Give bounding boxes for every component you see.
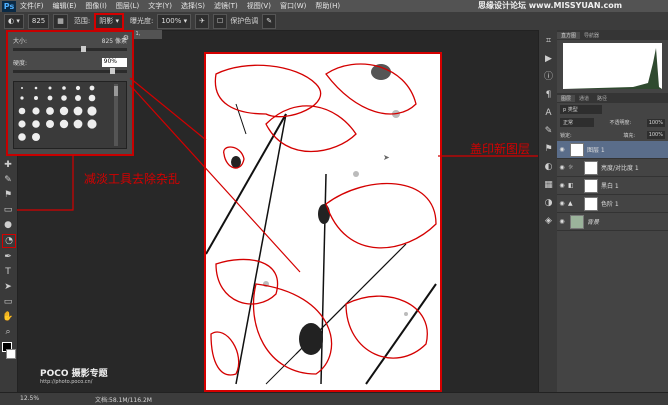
history-icon[interactable]: ⌗: [542, 35, 555, 48]
tab-navigator[interactable]: 导航器: [580, 32, 603, 39]
poco-logo: POCO 摄影专题 http://photo.poco.cn/: [40, 366, 108, 385]
layer-thumbnail: [570, 214, 584, 229]
panel-icon-strip: ⌗ ▶ ⓘ ¶ A ✎ ⚑ ◐ ▦ ◑ ◈: [538, 30, 558, 392]
layer-mask-thumbnail: [584, 196, 598, 211]
annotation-stamp-layer: 盖印新图层: [470, 142, 531, 156]
layer-row[interactable]: ◉ ☼ 亮度/对比度 1: [557, 159, 668, 177]
poco-url: http://photo.poco.cn/: [40, 379, 93, 385]
fill-value[interactable]: 100%: [646, 131, 665, 139]
adjustment-icon: ▲: [568, 200, 573, 207]
layer-thumbnail: [570, 142, 584, 157]
layer-name: 背景: [587, 219, 600, 226]
right-panels: 直方图 导航器 图层 通道 路径 p 类型 正常 不透明度: 100% 锁定: …: [557, 30, 668, 392]
layer-row[interactable]: ◉ 背景: [557, 213, 668, 231]
visibility-eye-icon[interactable]: ◉: [557, 200, 567, 207]
adjustment-icon: ◧: [568, 182, 574, 189]
poco-brand: POCO 摄影专题: [40, 369, 108, 379]
tab-layers[interactable]: 图层: [557, 94, 576, 102]
status-bar: 12.5% 文档:58.1M/116.2M: [0, 392, 668, 405]
paragraph-icon[interactable]: ¶: [542, 89, 555, 102]
annotation-dodge-tool: 减淡工具去除杂乱: [84, 172, 181, 186]
layer-name: 亮度/对比度 1: [601, 165, 639, 172]
info-icon[interactable]: ⓘ: [542, 71, 555, 84]
layer-name: 图层 1: [587, 147, 605, 154]
tab-paths[interactable]: 路径: [593, 95, 611, 102]
visibility-eye-icon[interactable]: ◉: [557, 182, 567, 189]
layer-mask-thumbnail: [584, 160, 598, 175]
color-icon[interactable]: ◐: [542, 161, 555, 174]
layer-name: 色阶 1: [601, 201, 619, 208]
histogram-panel: [563, 43, 662, 89]
visibility-eye-icon[interactable]: ◉: [557, 218, 567, 225]
blend-mode-select[interactable]: 正常: [560, 118, 594, 127]
layer-name: 黑白 1: [601, 183, 619, 190]
histogram-graph: [563, 48, 662, 89]
brush-panel-icon[interactable]: ✎: [542, 125, 555, 138]
adjustment-icon: ☼: [568, 164, 574, 171]
character-icon[interactable]: A: [542, 107, 555, 120]
layer-row[interactable]: ◉ ▲ 色阶 1: [557, 195, 668, 213]
layer-mask-thumbnail: [584, 178, 598, 193]
layer-row[interactable]: ◉ 图层 1: [557, 141, 668, 159]
tab-histogram[interactable]: 直方图: [557, 31, 581, 39]
layer-row[interactable]: ◉ ◧ 黑白 1: [557, 177, 668, 195]
lock-label: 锁定:: [560, 132, 572, 139]
fill-label: 填充:: [623, 132, 636, 139]
visibility-eye-icon[interactable]: ◉: [557, 146, 567, 153]
actions-icon[interactable]: ▶: [542, 53, 555, 66]
clone-source-icon[interactable]: ⚑: [542, 143, 555, 156]
zoom-level[interactable]: 12.5%: [20, 395, 39, 402]
opacity-label: 不透明度:: [609, 120, 632, 126]
layers-list: ◉ 图层 1 ◉ ☼ 亮度/对比度 1 ◉ ◧ 黑白 1 ◉ ▲ 色阶 1 ◉ 背景: [557, 141, 668, 251]
swatches-icon[interactable]: ▦: [542, 179, 555, 192]
tab-channels[interactable]: 通道: [575, 95, 593, 102]
adjustments-icon[interactable]: ◑: [542, 197, 555, 210]
styles-icon[interactable]: ◈: [542, 215, 555, 228]
visibility-eye-icon[interactable]: ◉: [557, 164, 567, 171]
document-size: 文档:58.1M/116.2M: [95, 397, 152, 404]
opacity-value[interactable]: 100%: [646, 118, 665, 127]
layer-filter-select[interactable]: p 类型: [560, 105, 602, 114]
